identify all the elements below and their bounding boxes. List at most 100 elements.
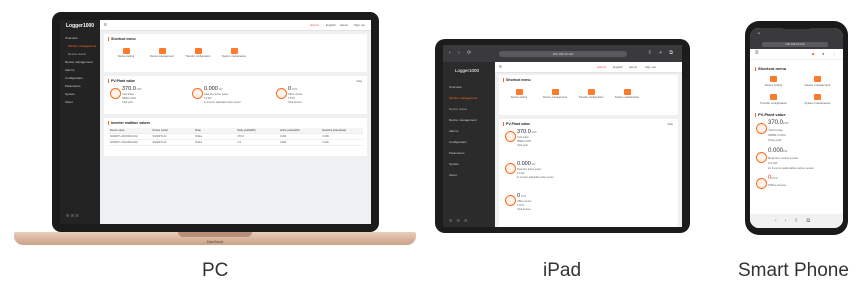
caption-pc: PC [202, 260, 229, 281]
sidebar-item-5[interactable]: Configuration [60, 74, 100, 82]
alarm-indicator[interactable]: alarms [310, 23, 319, 27]
phone-more-icon[interactable]: ⋮ [832, 51, 836, 56]
wrench-icon [814, 94, 821, 100]
sidebar-menu: Overview Monitor management Device status D… [60, 34, 100, 106]
ipad-sidebar-item-1[interactable]: Monitor management [443, 93, 495, 104]
ipad-main: ≡ alarms English admin Sign out Shortcut… [495, 62, 682, 227]
ipad-sidebar-item-3[interactable]: Device management [443, 115, 495, 126]
browser-nav-icons[interactable]: ‹ › ⟳ [449, 50, 474, 56]
ipad-pv-title: PV-Plant value [503, 122, 530, 126]
ipad-shortcut-title: Shortcut menu [503, 78, 531, 82]
ipad-shortcut-card: Shortcut menu Device setting Device mana… [499, 75, 678, 115]
device-icon [122, 48, 130, 54]
ipad-sidebar-menu: Overview Monitor management Device status D… [443, 82, 495, 181]
ipad-language-select[interactable]: English [613, 65, 623, 69]
phone-browser-toolbar[interactable]: ‹›⇧⧉ [750, 214, 843, 228]
ipad-sidebar-item-2[interactable]: Device status [443, 104, 495, 115]
menu-toggle-icon[interactable]: ≡ [104, 22, 107, 28]
pv-title: PV-Plant value [108, 79, 135, 83]
sidebar-item-2[interactable]: Device status [60, 50, 100, 58]
management-icon [158, 48, 166, 54]
ipad-sidebar-item-7[interactable]: System [443, 159, 495, 170]
ipad-app-logo: Logger1000 [455, 68, 480, 73]
phone-shortcut-system-maintenance[interactable]: System maintenance [796, 94, 839, 105]
management-icon [814, 76, 821, 82]
main-area: ≡ alarms English admin Sign out Shortcut… [100, 20, 371, 224]
phone-shortcut-title: Shortcut menu [755, 66, 786, 71]
shortcut-system-maintenance[interactable]: System maintenance [218, 48, 250, 58]
ipad-screen: ‹ › ⟳ 192.168.10.1/#/ ⇧ + ⧉ Logger1000 O… [443, 45, 682, 227]
ipad-alarm-indicator[interactable]: alarms [597, 65, 606, 69]
ipad-shortcut-device-setting[interactable]: Device setting [503, 89, 535, 99]
phone-user-icon[interactable]: ● [822, 51, 824, 56]
ipad-sidebar-item-5[interactable]: Configuration [443, 137, 495, 148]
sidebar-item-1[interactable]: Monitor management [60, 42, 100, 50]
ipad-pv-power: 0.000kW Real-time active power 0.0 kW kv… [505, 161, 563, 187]
ipad-pv-yield: 370.0kWh Yield today 38982.0 kWh Total y… [505, 129, 563, 155]
phone-screen: ● 192.168.10.1/#/ ≡ ■ ● ⋮ Shortcut menu … [750, 28, 843, 228]
sidebar-item-8[interactable]: About [60, 98, 100, 106]
ipad-sidebar-item-0[interactable]: Overview [443, 82, 495, 93]
pv-period-select[interactable]: Day [357, 79, 362, 83]
inverter-table: Device name Device model State Daily yie… [108, 128, 363, 146]
inverter-title: Inverter realtime values [108, 121, 150, 125]
sidebar: Logger1000 Overview Monitor management Dev… [60, 20, 100, 224]
phone-notch [781, 24, 812, 29]
shortcut-device-setting[interactable]: Device setting [110, 48, 142, 58]
caption-ipad: iPad [543, 260, 582, 281]
ipad-shortcut-device-management[interactable]: Device management [539, 89, 571, 99]
language-select[interactable]: English [326, 23, 336, 27]
sidebar-item-7[interactable]: System [60, 90, 100, 98]
ipad-sidebar-item-6[interactable]: Parameters [443, 148, 495, 159]
ipad-sidebar-item-8[interactable]: About [443, 170, 495, 181]
phone-shortcut-transfer-configuration[interactable]: Transfer configuration [752, 94, 795, 105]
phone-browser-bar: ● 192.168.10.1/#/ [750, 28, 843, 49]
app-logo: Logger1000 [66, 23, 95, 29]
sign-out-link[interactable]: Sign out [354, 23, 365, 27]
device-count-icon [505, 195, 516, 206]
user-menu[interactable]: admin [340, 23, 348, 27]
ipad-sidebar-footer-icons: ⚙✉☰ [449, 218, 472, 223]
ipad-url-field[interactable]: 192.168.10.1/#/ [499, 51, 627, 57]
wrench-icon [230, 48, 238, 54]
ipad-menu-toggle-icon[interactable]: ≡ [499, 64, 502, 70]
laptop-notch [178, 232, 252, 237]
top-bar: ≡ alarms English admin Sign out [100, 20, 371, 31]
ipad-pv-card: PV-Plant value Day 370.0kWh Yield today … [499, 119, 678, 227]
power-icon [756, 152, 767, 163]
sidebar-item-0[interactable]: Overview [60, 34, 100, 42]
inverter-card: Inverter realtime values Device name Dev… [104, 118, 367, 156]
ipad-browser-bar: ‹ › ⟳ 192.168.10.1/#/ ⇧ + ⧉ [443, 45, 682, 62]
ipad-shortcut-system-maintenance[interactable]: System maintenance [611, 89, 643, 99]
phone-shortcut-device-management[interactable]: Device management [796, 76, 839, 87]
transfer-icon [194, 48, 202, 54]
phone-url-field[interactable]: 192.168.10.1/#/ [762, 42, 828, 47]
shortcut-device-management[interactable]: Device management [146, 48, 178, 58]
power-icon [192, 88, 203, 99]
sidebar-footer-icons: ⚙ ✉ ☰ [66, 213, 79, 218]
ipad-pv-period-select[interactable]: Day [668, 122, 673, 126]
phone-top-bar: ≡ ■ ● ⋮ [750, 49, 843, 60]
transfer-icon [587, 89, 595, 95]
management-icon [551, 89, 559, 95]
pv-plant-card: PV-Plant value Day 370.0kWh Yield today … [104, 76, 367, 114]
ipad-user-menu[interactable]: admin [629, 65, 637, 69]
phone-body: Shortcut menu Device setting Device mana… [750, 60, 843, 214]
sidebar-item-6[interactable]: Parameters [60, 82, 100, 90]
shortcut-transfer-configuration[interactable]: Transfer configuration [182, 48, 214, 58]
power-icon [505, 163, 516, 174]
ipad-sidebar-item-4[interactable]: Alarms [443, 126, 495, 137]
yield-icon [110, 88, 121, 99]
ipad-sign-out-link[interactable]: Sign out [645, 65, 656, 69]
phone-shortcut-device-setting[interactable]: Device setting [752, 76, 795, 87]
laptop-brand: MacBook [206, 239, 224, 244]
phone-menu-toggle-icon[interactable]: ≡ [755, 50, 759, 56]
table-row[interactable]: SG60KTL-M(COM1-002) SG60KTL-M Online 0.0… [108, 140, 363, 146]
sidebar-item-3[interactable]: Device management [60, 58, 100, 66]
sidebar-item-4[interactable]: Alarms [60, 66, 100, 74]
device-count-icon [276, 88, 287, 99]
ipad-shortcut-transfer-configuration[interactable]: Transfer configuration [575, 89, 607, 99]
phone-alarm-icon[interactable]: ■ [812, 51, 814, 56]
ipad-pv-devices: 0PCS Offline device 1 PCS Total devices [505, 193, 563, 219]
browser-action-icons[interactable]: ⇧ + ⧉ [648, 50, 676, 56]
